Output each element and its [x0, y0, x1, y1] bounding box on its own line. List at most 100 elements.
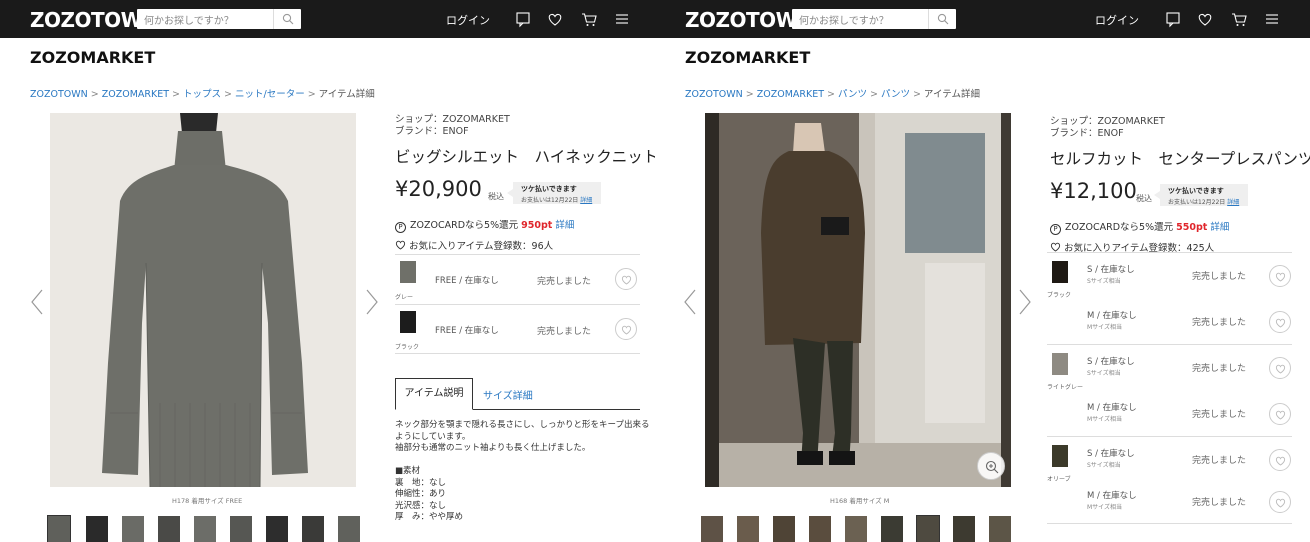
heart-icon — [1275, 318, 1286, 328]
comment-icon[interactable] — [1164, 10, 1182, 28]
color-swatch[interactable] — [1052, 353, 1068, 375]
color-swatch[interactable] — [400, 311, 416, 333]
tsuke-payment-badge: ツケ払いできます お支払いは12月22日 詳細 — [507, 182, 601, 204]
favorite-button[interactable] — [615, 318, 637, 340]
shop-name[interactable]: ショップ：ZOZOMARKET — [1050, 116, 1305, 128]
thumbnail[interactable] — [122, 516, 144, 542]
search-button[interactable] — [928, 9, 956, 29]
thumbnail[interactable] — [773, 516, 795, 542]
breadcrumb-link[interactable]: トップス — [183, 89, 221, 100]
thumbnail[interactable] — [86, 516, 108, 542]
zoom-button[interactable] — [977, 452, 1005, 480]
color-swatch[interactable] — [1052, 445, 1068, 467]
color-swatch[interactable] — [1052, 261, 1068, 283]
search-input[interactable]: 何かお探しですか？ — [144, 12, 234, 27]
tsuke-title: ツケ払いできます — [521, 185, 577, 193]
sold-out-label: 完売しました — [537, 327, 592, 337]
zoom-in-icon — [985, 460, 999, 474]
breadcrumb-link[interactable]: ZOZOMARKET — [102, 89, 169, 100]
thumbnail[interactable] — [47, 515, 71, 542]
tab-size-detail[interactable]: サイズ詳細 — [483, 387, 533, 402]
prev-image-arrow[interactable] — [683, 288, 697, 319]
shop-title[interactable]: ZOZOMARKET — [685, 48, 810, 67]
breadcrumb-link[interactable]: ZOZOTOWN — [30, 89, 88, 100]
comment-icon[interactable] — [514, 10, 532, 28]
product-main-image[interactable] — [50, 113, 356, 487]
point-info: P ZOZOCARDなら5%還元 950pt 詳細 — [395, 217, 650, 233]
search-icon — [282, 13, 294, 25]
tsuke-detail-link[interactable]: 詳細 — [1227, 199, 1239, 206]
login-link[interactable]: ログイン — [1095, 12, 1139, 28]
tab-item-description[interactable]: アイテム説明 — [395, 378, 473, 410]
heart-icon[interactable] — [1196, 10, 1214, 28]
sold-out-label: 完売しました — [1192, 364, 1247, 374]
heart-icon[interactable] — [546, 10, 564, 28]
product-price: ¥12,100 — [1050, 179, 1137, 203]
thumbnail[interactable] — [953, 516, 975, 542]
breadcrumb-link[interactable]: ニット/セーター — [235, 89, 305, 100]
thumbnail[interactable] — [737, 516, 759, 542]
heart-icon — [1275, 410, 1286, 420]
thumbnail[interactable] — [266, 516, 288, 542]
favorite-button[interactable] — [615, 268, 637, 290]
point-amount: 550pt — [1176, 222, 1208, 233]
menu-icon[interactable] — [613, 10, 631, 28]
favorite-button[interactable] — [1269, 311, 1291, 333]
tax-label: 税込 — [1136, 194, 1152, 203]
size-stock: M / 在庫なし — [1087, 403, 1137, 413]
point-prefix: ZOZOCARDなら5%還元 — [410, 220, 519, 231]
item-description: ネック部分を顎まで隠れる長さにし、しっかりと形をキープ出来る ようにしています。… — [395, 420, 650, 524]
point-prefix: ZOZOCARDなら5%還元 — [1065, 222, 1174, 233]
tsuke-detail-link[interactable]: 詳細 — [580, 197, 592, 204]
left-product-page: ZOZOTOWN 何かお探しですか？ ログイン ZOZOMARKET ZOZOT… — [0, 0, 655, 542]
next-image-arrow[interactable] — [365, 288, 379, 319]
search-icon — [937, 13, 949, 25]
favorite-count: お気に入りアイテム登録数：96人 — [395, 238, 650, 252]
login-link[interactable]: ログイン — [446, 12, 490, 28]
thumbnail[interactable] — [158, 516, 180, 542]
favorite-button[interactable] — [1269, 265, 1291, 287]
thumbnail[interactable] — [989, 516, 1011, 542]
color-swatch[interactable] — [400, 261, 416, 283]
brand-name[interactable]: ブランド：ENOF — [395, 126, 650, 138]
next-image-arrow[interactable] — [1018, 288, 1032, 319]
favorite-button[interactable] — [1269, 403, 1291, 425]
product-main-image[interactable] — [705, 113, 1011, 487]
tsuke-payment-badge: ツケ払いできます お支払いは12月22日 詳細 — [1154, 184, 1248, 206]
size-equivalent: Sサイズ相当 — [1087, 370, 1121, 377]
point-detail-link[interactable]: 詳細 — [1210, 222, 1229, 233]
shop-title[interactable]: ZOZOMARKET — [30, 48, 155, 67]
search-box[interactable]: 何かお探しですか？ — [137, 9, 301, 29]
prev-image-arrow[interactable] — [30, 288, 44, 319]
thumbnail[interactable] — [701, 516, 723, 542]
cart-icon[interactable] — [580, 10, 598, 28]
point-info: P ZOZOCARDなら5%還元 550pt 詳細 — [1050, 219, 1305, 235]
search-box[interactable]: 何かお探しですか？ — [792, 9, 956, 29]
thumbnail[interactable] — [302, 516, 324, 542]
breadcrumb-link[interactable]: パンツ — [838, 89, 867, 100]
thumbnail[interactable] — [845, 516, 867, 542]
size-equivalent: Mサイズ相当 — [1087, 416, 1122, 423]
favorite-button[interactable] — [1269, 491, 1291, 513]
cart-icon[interactable] — [1230, 10, 1248, 28]
point-detail-link[interactable]: 詳細 — [555, 220, 574, 231]
breadcrumb-link[interactable]: パンツ — [881, 89, 910, 100]
thumbnail[interactable] — [916, 515, 940, 542]
brand-name[interactable]: ブランド：ENOF — [1050, 128, 1305, 140]
thumbnail[interactable] — [881, 516, 903, 542]
thumbnail[interactable] — [809, 516, 831, 542]
shop-name[interactable]: ショップ：ZOZOMARKET — [395, 114, 650, 126]
favorite-button[interactable] — [1269, 449, 1291, 471]
thumbnail[interactable] — [194, 516, 216, 542]
search-button[interactable] — [273, 9, 301, 29]
breadcrumb-link[interactable]: ZOZOMARKET — [757, 89, 824, 100]
thumbnail[interactable] — [230, 516, 252, 542]
image-caption: H168 着用サイズ M — [830, 497, 890, 505]
breadcrumb-current: アイテム詳細 — [318, 89, 375, 100]
breadcrumb-link[interactable]: ZOZOTOWN — [685, 89, 743, 100]
menu-icon[interactable] — [1263, 10, 1281, 28]
favorite-button[interactable] — [1269, 357, 1291, 379]
search-input[interactable]: 何かお探しですか？ — [799, 12, 889, 27]
thumbnail[interactable] — [338, 516, 360, 542]
top-nav-bar: ZOZOTOWN 何かお探しですか？ ログイン — [655, 0, 1310, 38]
